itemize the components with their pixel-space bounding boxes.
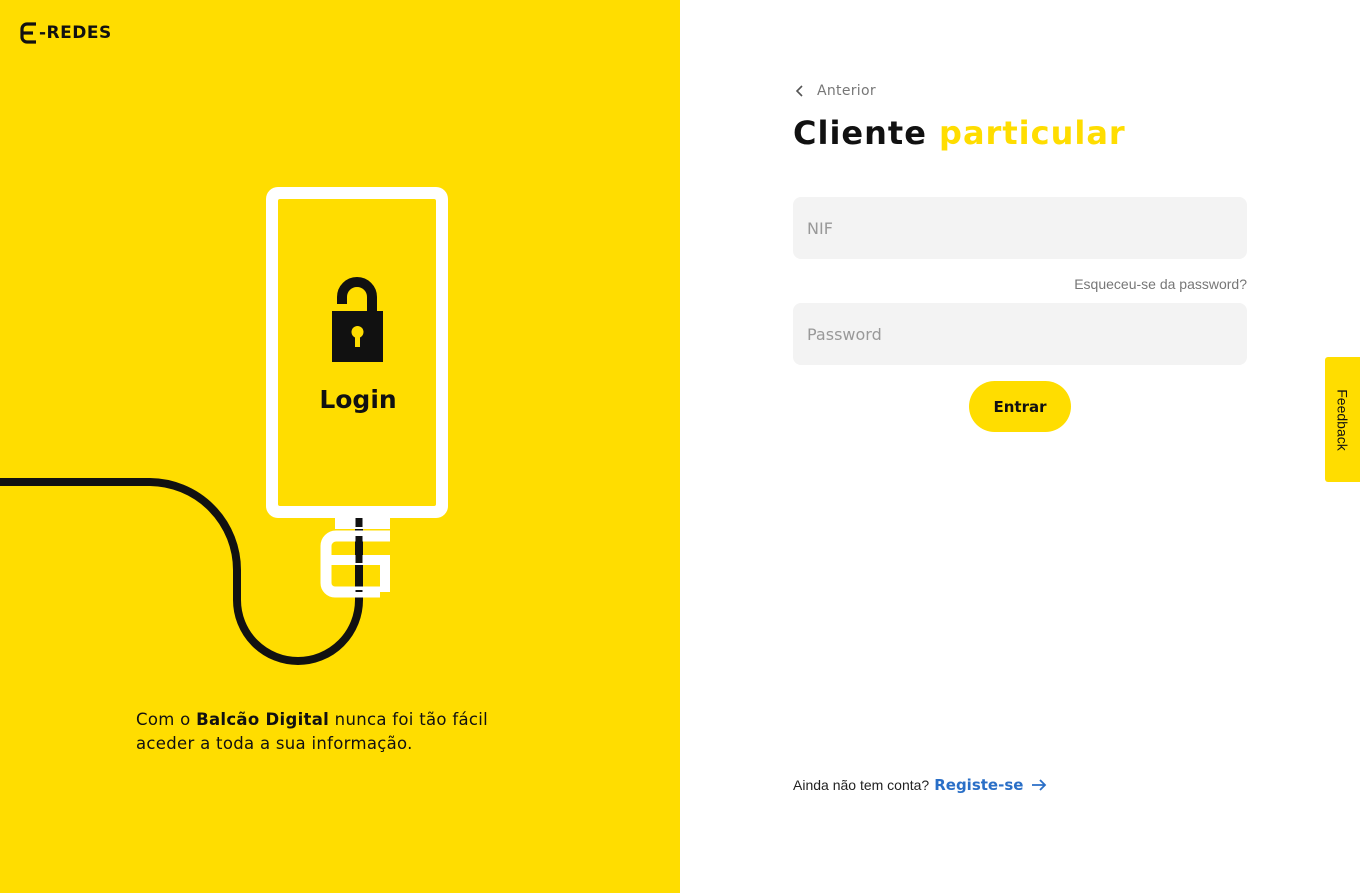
register-link-label: Registe-se [934,776,1024,794]
submit-button[interactable]: Entrar [969,381,1071,432]
feedback-label: Feedback [1334,388,1351,451]
register-link[interactable]: Registe-se [934,776,1047,794]
login-phone-illustration [0,187,448,665]
login-panel: Anterior Cliente particular Esqueceu-se … [680,0,1360,893]
page-title: Cliente particular [793,114,1126,152]
back-button[interactable]: Anterior [793,83,876,99]
hero-tagline: Com o Balcão Digital nunca foi tão fácil… [136,710,488,753]
back-label: Anterior [817,83,876,99]
nif-input[interactable] [793,197,1247,259]
page-title-accent: particular [939,114,1126,152]
tagline-highlight: Balcão Digital [196,710,330,729]
chevron-left-icon [795,85,803,97]
password-input[interactable] [793,303,1247,365]
forgot-password-link[interactable]: Esqueceu-se da password? [793,276,1247,292]
feedback-tab[interactable]: Feedback [1325,357,1360,482]
phone-login-label: Login [319,385,397,414]
hero-panel: -REDES Login Com o Balcão Digital nunca … [0,0,680,893]
register-row: Ainda não tem conta? Registe-se [793,776,1047,794]
arrow-right-icon [1032,779,1047,791]
register-prompt: Ainda não tem conta? [793,777,930,793]
